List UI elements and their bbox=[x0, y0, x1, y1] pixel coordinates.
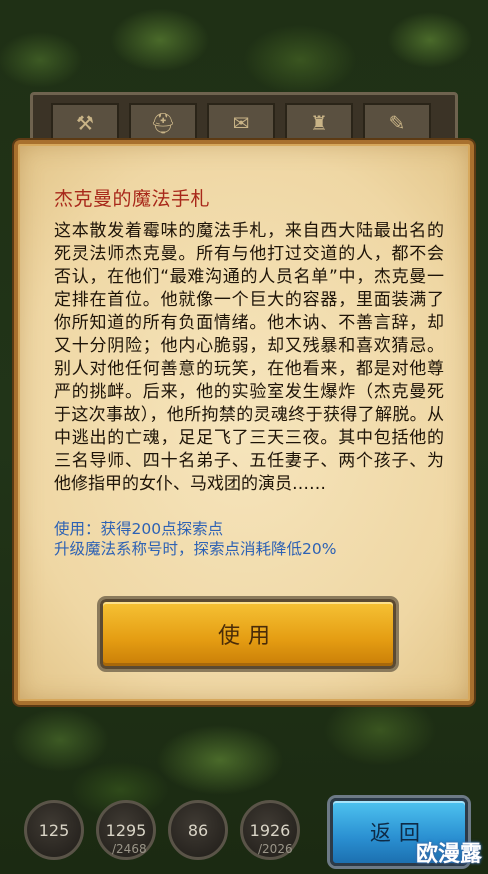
bell-icon: ♜ bbox=[310, 111, 328, 135]
stat-level: 125 bbox=[24, 800, 84, 860]
stat-level-value: 125 bbox=[38, 820, 70, 840]
use-button-label: 使用 bbox=[217, 624, 278, 649]
item-slot-helmet[interactable]: ⛑ bbox=[129, 103, 197, 143]
stat-mana-value: 1926 bbox=[249, 820, 291, 840]
item-detail-dialog: 杰克曼的魔法手札 这本散发着霉味的魔法手札，来自西大陆最出名的死灵法师杰克曼。所… bbox=[14, 140, 474, 705]
helmet-icon: ⛑ bbox=[150, 111, 176, 135]
use-button[interactable]: 使用 bbox=[100, 599, 396, 669]
usage-effect: 使用：获得200点探索点 bbox=[54, 520, 224, 538]
watermark: 欧漫露 bbox=[415, 842, 482, 867]
stat-hp-value: 1295 bbox=[105, 820, 147, 840]
item-slot-scroll[interactable]: ✉ bbox=[207, 103, 275, 143]
item-slot-cloth[interactable]: ✎ bbox=[363, 103, 431, 143]
stat-attack: 86 bbox=[168, 800, 228, 860]
item-slot-axe[interactable]: ⚒ bbox=[51, 103, 119, 143]
item-slot-bell[interactable]: ♜ bbox=[285, 103, 353, 143]
item-usage: 使用：获得200点探索点 升级魔法系称号时，探索点消耗降低20% bbox=[54, 519, 444, 559]
stat-mana-max: /2026 bbox=[258, 842, 293, 856]
scroll-icon: ✉ bbox=[232, 111, 250, 135]
item-title: 杰克曼的魔法手札 bbox=[54, 188, 211, 210]
axe-icon: ⚒ bbox=[76, 111, 94, 135]
usage-bonus: 升级魔法系称号时，探索点消耗降低20% bbox=[54, 540, 337, 558]
stat-hp-max: /2468 bbox=[112, 842, 147, 856]
cloth-icon: ✎ bbox=[388, 111, 406, 135]
stat-attack-value: 86 bbox=[187, 820, 209, 840]
item-description: 这本散发着霉味的魔法手札，来自西大陆最出名的死灵法师杰克曼。所有与他打过交道的人… bbox=[54, 221, 444, 494]
